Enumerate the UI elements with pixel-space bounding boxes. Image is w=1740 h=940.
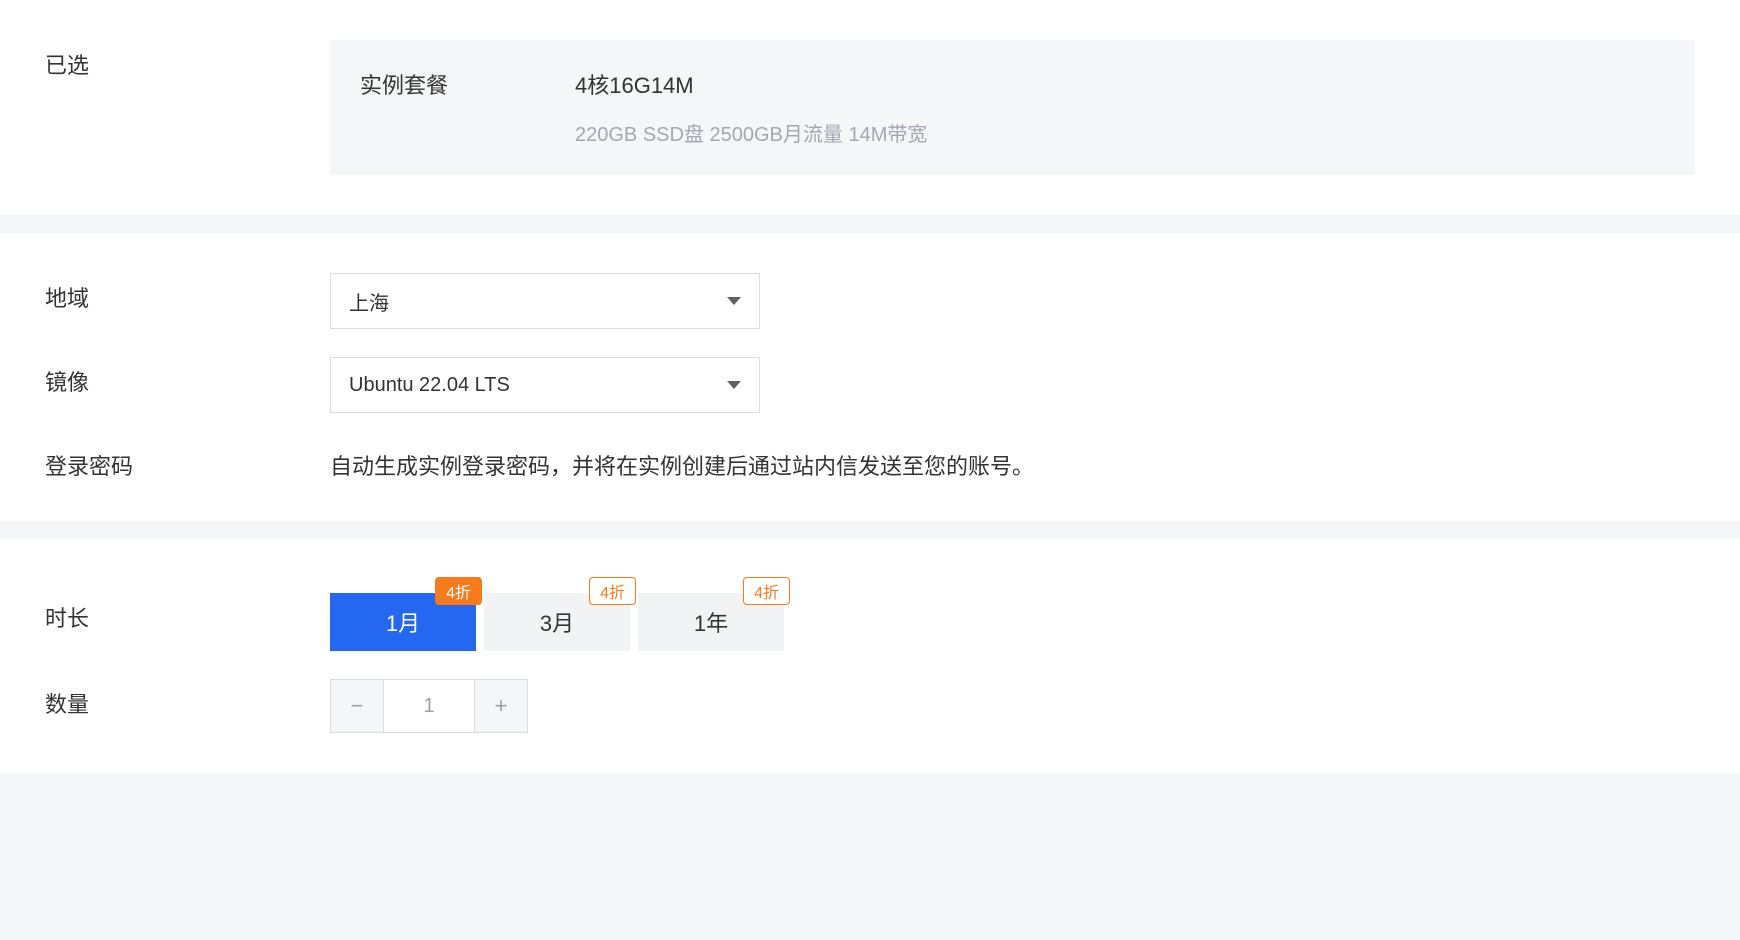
duration-row: 时长 4折 1月 4折 3月 4折 1年: [45, 579, 1695, 651]
selected-plan-title: 4核16G14M: [575, 68, 1665, 100]
quantity-stepper: − +: [330, 679, 528, 733]
selected-row: 已选 实例套餐 4核16G14M 220GB SSD盘 2500GB月流量 14…: [45, 40, 1695, 175]
selected-section-label: 已选: [45, 40, 330, 80]
selected-plan-value: 4核16G14M 220GB SSD盘 2500GB月流量 14M带宽: [575, 68, 1665, 147]
password-row: 登录密码 自动生成实例登录密码，并将在实例创建后通过站内信发送至您的账号。: [45, 441, 1695, 481]
image-row: 镜像 Ubuntu 22.04 LTS: [45, 357, 1695, 413]
quantity-input[interactable]: [383, 680, 475, 732]
selected-card: 已选 实例套餐 4核16G14M 220GB SSD盘 2500GB月流量 14…: [0, 0, 1740, 215]
password-info: 自动生成实例登录密码，并将在实例创建后通过站内信发送至您的账号。: [330, 441, 1695, 481]
purchase-card: 时长 4折 1月 4折 3月 4折 1年 数量 −: [0, 539, 1740, 773]
discount-badge: 4折: [589, 577, 636, 605]
caret-down-icon: [727, 381, 741, 389]
duration-options: 4折 1月 4折 3月 4折 1年: [330, 593, 1695, 651]
selected-plan-box: 实例套餐 4核16G14M 220GB SSD盘 2500GB月流量 14M带宽: [330, 40, 1695, 175]
region-row: 地域 上海: [45, 273, 1695, 329]
duration-label: 时长: [45, 593, 330, 633]
image-select[interactable]: Ubuntu 22.04 LTS: [330, 357, 760, 413]
selected-plan-label: 实例套餐: [360, 68, 575, 147]
image-label: 镜像: [45, 357, 330, 397]
quantity-row: 数量 − +: [45, 679, 1695, 733]
caret-down-icon: [727, 297, 741, 305]
duration-option-1month[interactable]: 4折 1月: [330, 593, 476, 651]
duration-option-text: 1月: [386, 606, 420, 638]
password-label: 登录密码: [45, 441, 330, 481]
duration-option-3month[interactable]: 4折 3月: [484, 593, 630, 651]
quantity-increase-button[interactable]: +: [475, 680, 527, 732]
discount-badge: 4折: [743, 577, 790, 605]
duration-option-1year[interactable]: 4折 1年: [638, 593, 784, 651]
duration-option-text: 1年: [694, 606, 728, 638]
region-select[interactable]: 上海: [330, 273, 760, 329]
selected-plan-desc: 220GB SSD盘 2500GB月流量 14M带宽: [575, 118, 1665, 147]
quantity-label: 数量: [45, 679, 330, 719]
config-card: 地域 上海 镜像 Ubuntu 22.04 LTS 登录密码 自动生成实例登录密…: [0, 233, 1740, 521]
region-select-value: 上海: [349, 287, 389, 316]
quantity-decrease-button[interactable]: −: [331, 680, 383, 732]
image-select-value: Ubuntu 22.04 LTS: [349, 374, 510, 397]
region-label: 地域: [45, 273, 330, 313]
discount-badge: 4折: [435, 577, 482, 605]
duration-option-text: 3月: [540, 606, 574, 638]
